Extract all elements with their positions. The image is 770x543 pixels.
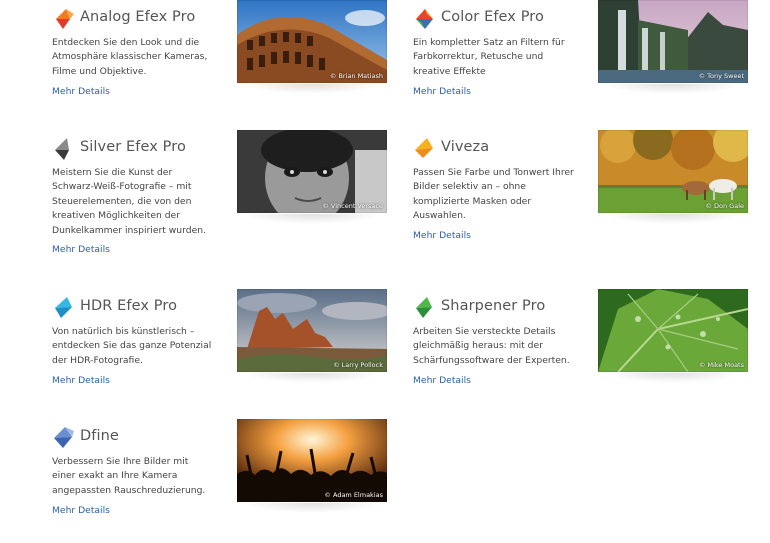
product-hdr-efex-pro: HDR Efex Pro Von natürlich bis künstleri… [52, 289, 392, 415]
product-title[interactable]: Dfine [80, 428, 119, 444]
waterfall-photo [598, 0, 748, 83]
photo-credit: © Mike Moats [698, 361, 744, 369]
product-image[interactable]: © Tony Sweet [598, 0, 748, 83]
image-shadow [242, 84, 382, 94]
product-description: Meistern Sie die Kunst der Schwarz-Weiß-… [52, 167, 206, 236]
product-title[interactable]: Analog Efex Pro [80, 9, 195, 25]
product-title[interactable]: Sharpener Pro [441, 298, 545, 314]
more-details-link[interactable]: Mehr Details [413, 375, 471, 386]
product-description: Entdecken Sie den Look und die Atmosphär… [52, 37, 208, 77]
product-description: Von natürlich bis künstlerisch – entdeck… [52, 326, 212, 366]
image-shadow [242, 503, 382, 513]
product-description: Ein kompletter Satz an Filtern für Farbk… [413, 37, 565, 77]
photo-credit: © Vincent Versace [322, 202, 383, 210]
image-shadow [242, 373, 382, 383]
product-image[interactable]: © Adam Elmakias [237, 419, 387, 502]
product-description: Passen Sie Farbe und Tonwert Ihrer Bilde… [413, 167, 574, 222]
product-color-efex-pro: Color Efex Pro Ein kompletter Satz an Fi… [413, 0, 753, 126]
product-image[interactable]: © Mike Moats [598, 289, 748, 372]
photo-credit: © Larry Pollock [333, 361, 383, 369]
image-shadow [603, 373, 743, 383]
product-silver-efex-pro: Silver Efex Pro Meistern Sie die Kunst d… [52, 130, 392, 256]
product-description: Arbeiten Sie versteckte Details gleichmä… [413, 326, 570, 366]
image-shadow [242, 214, 382, 224]
red-rocks-photo [237, 289, 387, 372]
concert-photo [237, 419, 387, 502]
more-details-link[interactable]: Mehr Details [52, 86, 110, 97]
silver-efex-logo-icon [55, 138, 69, 160]
image-shadow [603, 84, 743, 94]
product-title[interactable]: Silver Efex Pro [80, 139, 186, 155]
product-sharpener-pro: Sharpener Pro Arbeiten Sie versteckte De… [413, 289, 753, 415]
product-viveza: Viveza Passen Sie Farbe und Tonwert Ihre… [413, 130, 753, 256]
more-details-link[interactable]: Mehr Details [52, 244, 110, 255]
product-analog-efex-pro: Analog Efex Pro Entdecken Sie den Look u… [52, 0, 392, 126]
product-title[interactable]: Color Efex Pro [441, 9, 544, 25]
leaf-photo [598, 289, 748, 372]
product-title[interactable]: Viveza [441, 139, 489, 155]
dfine-logo-icon [54, 427, 74, 448]
more-details-link[interactable]: Mehr Details [413, 86, 471, 97]
product-image[interactable]: © Brian Matiash [237, 0, 387, 83]
product-title[interactable]: HDR Efex Pro [80, 298, 177, 314]
product-image[interactable]: © Vincent Versace [237, 130, 387, 213]
photo-credit: © Don Gale [705, 202, 744, 210]
image-shadow [603, 214, 743, 224]
horses-photo [598, 130, 748, 213]
viveza-logo-icon [415, 138, 433, 158]
colosseum-photo [237, 0, 387, 83]
sharpener-logo-icon [416, 297, 432, 318]
analog-efex-logo-icon [56, 9, 74, 29]
photo-credit: © Adam Elmakias [324, 491, 383, 499]
more-details-link[interactable]: Mehr Details [413, 230, 471, 241]
product-image[interactable]: © Larry Pollock [237, 289, 387, 372]
more-details-link[interactable]: Mehr Details [52, 375, 110, 386]
photo-credit: © Tony Sweet [698, 72, 744, 80]
color-efex-logo-icon [416, 9, 433, 29]
photo-credit: © Brian Matiash [329, 72, 383, 80]
more-details-link[interactable]: Mehr Details [52, 505, 110, 516]
product-image[interactable]: © Don Gale [598, 130, 748, 213]
product-dfine: Dfine Verbessern Sie Ihre Bilder mit ein… [52, 419, 392, 543]
portrait-photo [237, 130, 387, 213]
hdr-efex-logo-icon [55, 297, 72, 318]
product-description: Verbessern Sie Ihre Bilder mit einer exa… [52, 456, 206, 496]
